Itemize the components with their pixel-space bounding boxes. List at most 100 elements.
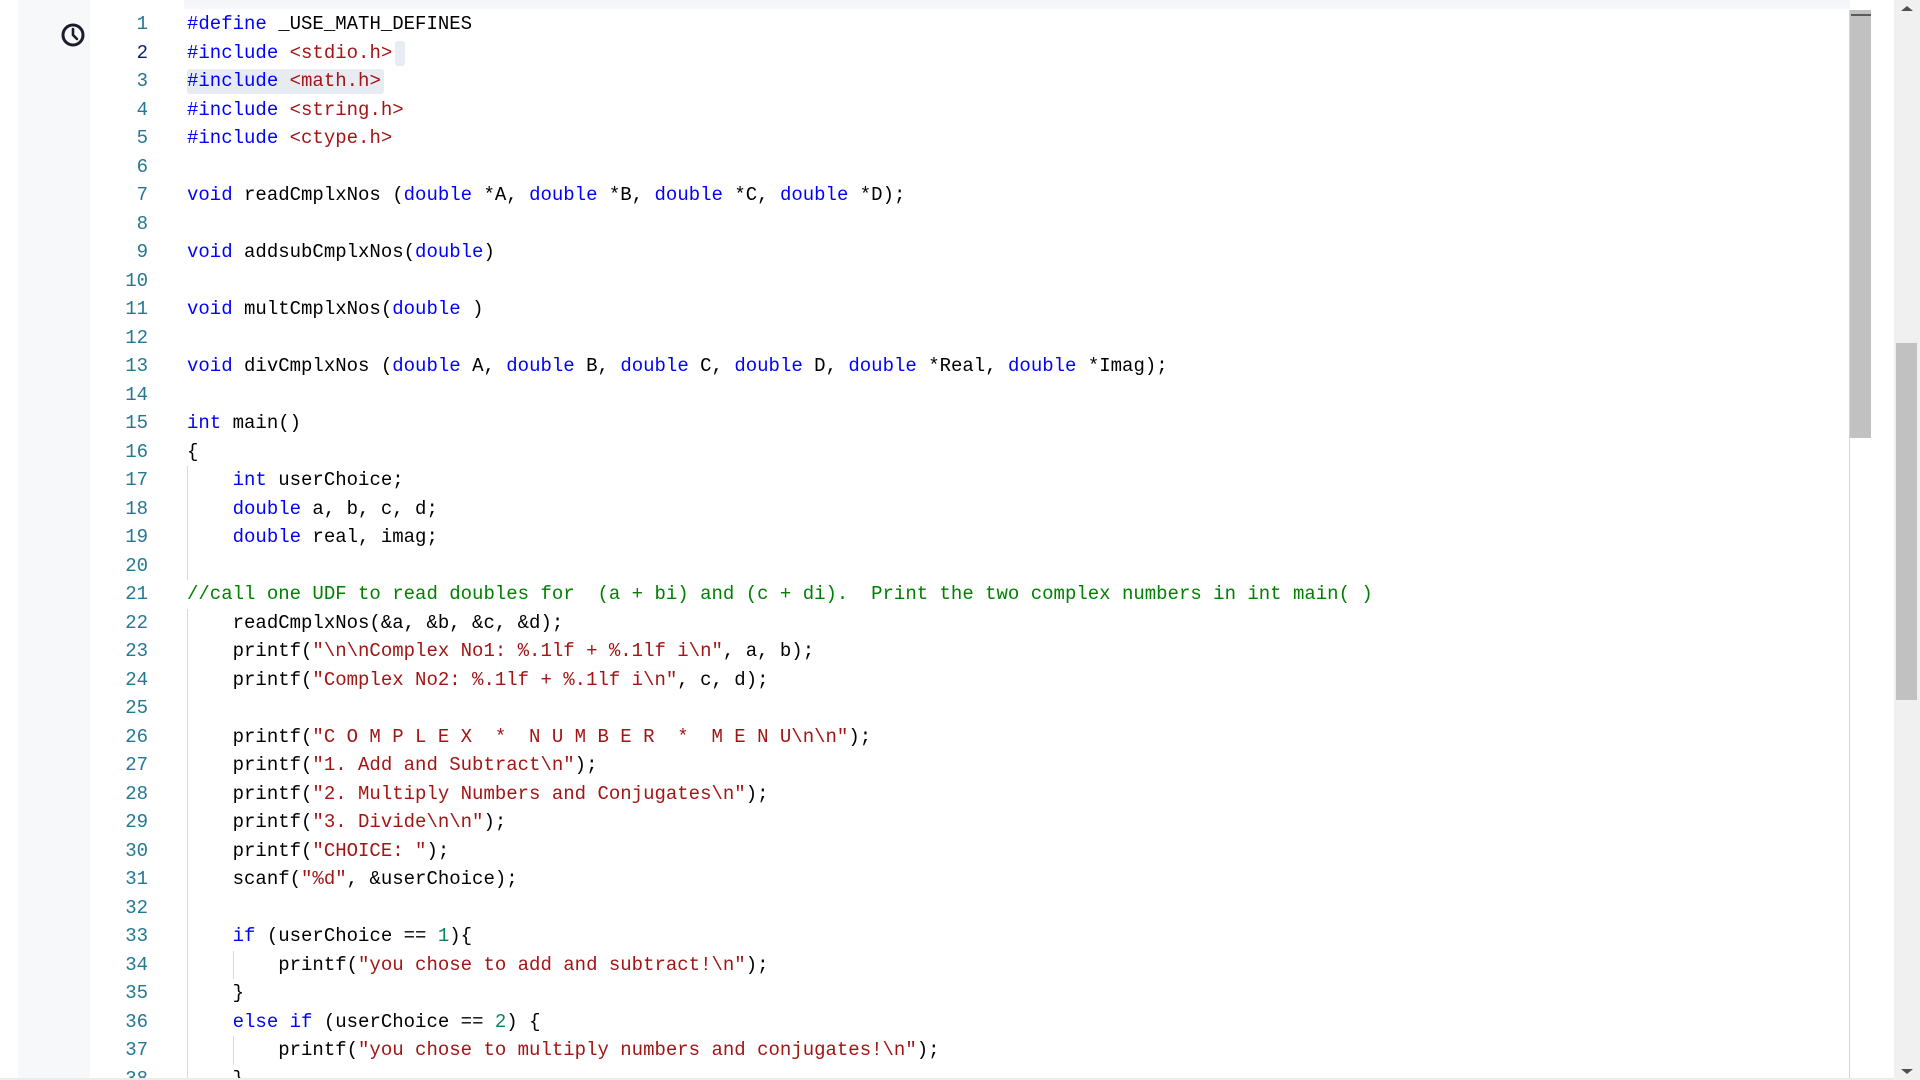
token-keyword: double [232,526,302,548]
line-number: 33 [125,925,148,947]
code-line[interactable]: 27 printf("1. Add and Subtract\n"); [90,751,1840,780]
token-text: *D); [848,184,906,206]
code-line[interactable]: 28 printf("2. Multiply Numbers and Conju… [90,780,1840,809]
token-text: D, [802,355,849,377]
code-line[interactable]: 14 [90,381,1840,410]
token-string: "\n\nComplex No1: %.1lf + %.1lf i\n" [312,640,723,662]
code-line[interactable]: 36 else if (userChoice == 2) { [90,1008,1840,1037]
code-text: printf("\n\nComplex No1: %.1lf + %.1lf i… [187,637,815,666]
code-line[interactable]: 3 #include <math.h> [90,67,1840,96]
line-number: 21 [125,583,148,605]
code-line[interactable]: 16 { [90,438,1840,467]
code-line[interactable]: 12 [90,324,1840,353]
code-text: #include <ctype.h> [187,124,392,153]
code-line[interactable]: 23 printf("\n\nComplex No1: %.1lf + %.1l… [90,637,1840,666]
token-string: "you chose to multiply numbers and conju… [358,1039,917,1061]
token-keyword: double [506,355,575,377]
code-line[interactable]: 37 printf("you chose to multiply numbers… [90,1036,1840,1065]
code-line[interactable]: 30 printf("CHOICE: "); [90,837,1840,866]
editor-top-shadow [184,0,1850,9]
token-keyword: if [232,925,256,947]
line-number: 4 [136,98,148,121]
code-line[interactable]: 31 scanf("%d", &userChoice); [90,865,1840,894]
code-line[interactable]: 4 #include <string.h> [90,96,1840,125]
code-line[interactable]: 38 } [90,1065,1840,1079]
page-scrollbar[interactable] [1894,0,1920,1080]
code-text: double real, imag; [187,523,438,552]
token-text: *Imag); [1076,355,1168,377]
line-number: 23 [125,640,148,662]
indent-guide [232,1036,234,1065]
code-line[interactable]: 6 [90,153,1840,182]
token-string: "1. Add and Subtract\n" [312,754,575,776]
editor-scrollbar[interactable] [1849,10,1871,1078]
token-text: *A, [472,184,530,206]
code-text: #include <string.h> [187,96,404,125]
token-keyword: #include [187,127,279,149]
code-text: void multCmplxNos(double ) [187,295,483,324]
token-keyword: #include [187,70,279,92]
code-text: void addsubCmplxNos(double) [187,238,495,267]
code-text: printf("1. Add and Subtract\n"); [187,751,598,780]
code-text: scanf("%d", &userChoice); [187,865,518,894]
line-number: 13 [125,355,148,377]
code-line[interactable]: 22 readCmplxNos(&a, &b, &c, &d); [90,609,1840,638]
code-line[interactable]: 35 } [90,979,1840,1008]
token-text: (userChoice == [255,925,438,947]
token-keyword: int [187,412,222,434]
code-line[interactable]: 13 void divCmplxNos (double A, double B, … [90,352,1840,381]
scroll-up-arrow-icon[interactable] [1901,6,1913,11]
code-line[interactable]: 5 #include <ctype.h> [90,124,1840,153]
code-line[interactable]: 33 if (userChoice == 1){ [90,922,1840,951]
code-line[interactable]: 21 //call one UDF to read doubles for (a … [90,580,1840,609]
code-text: } [187,979,244,1008]
token-text: addsubCmplxNos( [232,241,416,263]
code-text: #include <stdio.h> [187,39,392,68]
code-line[interactable]: 32 [90,894,1840,923]
code-line[interactable]: 1 #define _USE_MATH_DEFINES [90,10,1840,39]
token-text: , &userChoice); [346,868,518,890]
code-text: { [187,438,198,467]
indent-guide [187,466,188,580]
code-line[interactable]: 24 printf("Complex No2: %.1lf + %.1lf i\… [90,666,1840,695]
code-text: #include <math.h> [187,67,381,96]
line-number: 24 [125,668,148,691]
scroll-down-arrow-icon[interactable] [1901,1069,1913,1074]
code-line[interactable]: 10 [90,267,1840,296]
code-line[interactable]: 17 int userChoice; [90,466,1840,495]
token-text: ); [745,953,769,976]
code-line[interactable]: 18 double a, b, c, d; [90,495,1840,524]
code-line[interactable]: 8 [90,210,1840,239]
page-scrollbar-thumb[interactable] [1896,343,1917,700]
code-line[interactable]: 20 [90,552,1840,581]
code-line[interactable]: 9 void addsubCmplxNos(double) [90,238,1840,267]
token-text: printf( [187,640,313,662]
code-line[interactable]: 2 #include <stdio.h> [90,39,1840,68]
token-number: 1 [437,925,450,947]
code-line[interactable]: 26 printf("C O M P L E X * N U M B E R *… [90,723,1840,752]
token-keyword: void [187,184,233,206]
line-number: 3 [136,70,148,92]
token-text: } [187,1068,244,1079]
code-line[interactable]: 7 void readCmplxNos (double *A, double *B… [90,181,1840,210]
editor-scrollbar-thumb[interactable] [1850,10,1871,438]
code-line[interactable]: 19 double real, imag; [90,523,1840,552]
line-number: 37 [125,1039,148,1061]
clock-icon[interactable] [60,22,86,48]
token-text: printf( [187,1039,359,1061]
token-text: C, [688,355,735,377]
token-keyword: double [734,355,803,377]
code-line[interactable]: 25 [90,694,1840,723]
code-line[interactable]: 15 int main() [90,409,1840,438]
token-text: } [187,982,245,1004]
code-text: int main() [187,409,301,438]
code-editor[interactable]: 1 #define _USE_MATH_DEFINES 2 #include <std… [90,10,1850,1078]
token-comment: //call one UDF to read doubles for (a + … [187,583,1373,605]
code-text: else if (userChoice == 2) { [187,1008,541,1037]
code-line[interactable]: 11 void multCmplxNos(double ) [90,295,1840,324]
token-keyword: double [392,355,461,377]
code-line[interactable]: 34 printf("you chose to add and subtract… [90,951,1840,980]
code-line[interactable]: 29 printf("3. Divide\n\n"); [90,808,1840,837]
